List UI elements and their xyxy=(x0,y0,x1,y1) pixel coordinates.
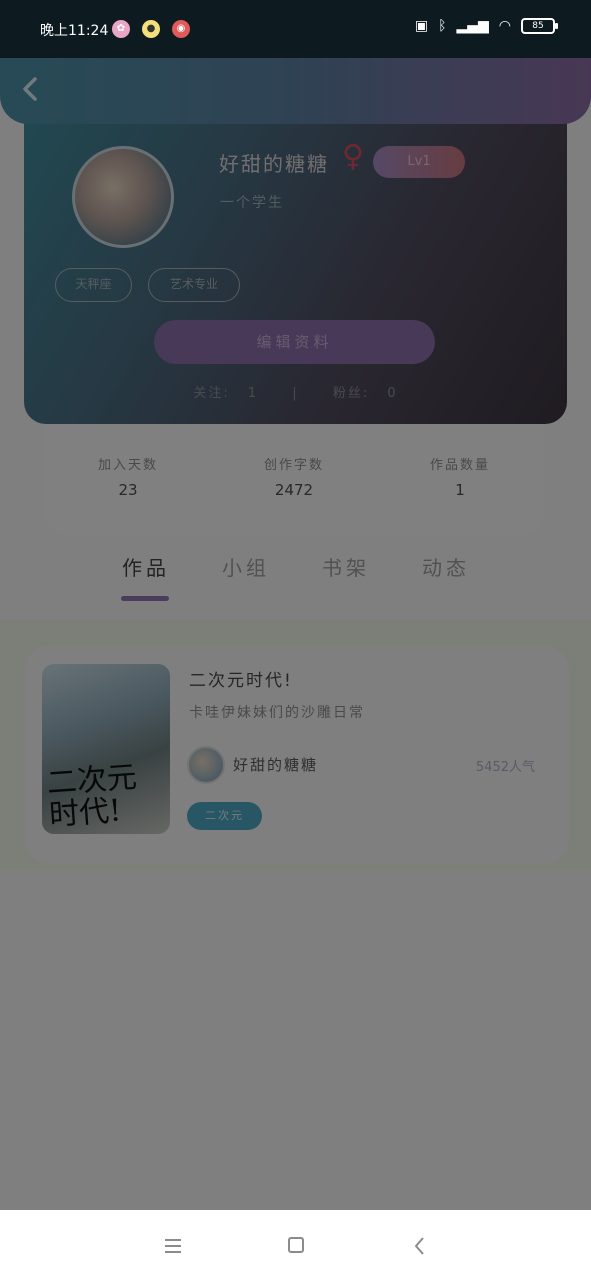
status-bar: 晚上11:24 ✿ ● ◉ ▣ ᛒ ▂▄▆ ◠ 85 xyxy=(0,0,591,58)
profile-card: 好甜的糖糖 ♀ Lv1 一个学生 天秤座 艺术专业 编辑资料 关注: 1 | 粉… xyxy=(24,110,567,424)
signal-icon: ▂▄▆ xyxy=(456,18,489,34)
stat-join-days: 加入天数 23 xyxy=(48,454,208,499)
tab-works[interactable]: 作品 xyxy=(122,552,170,581)
system-nav-bar xyxy=(0,1210,591,1280)
author-avatar[interactable] xyxy=(187,746,225,784)
tab-activity[interactable]: 动态 xyxy=(422,552,470,581)
genre-tag[interactable]: 二次元 xyxy=(187,802,262,830)
tab-groups[interactable]: 小组 xyxy=(222,552,270,581)
username: 好甜的糖糖 xyxy=(219,152,329,176)
stat-value: 23 xyxy=(118,481,138,499)
status-indicators: ▣ ᛒ ▂▄▆ ◠ 85 xyxy=(414,18,558,34)
stat-value: 2472 xyxy=(274,481,314,499)
nav-back-button[interactable] xyxy=(405,1230,435,1260)
stat-value: 1 xyxy=(455,481,465,499)
nfc-icon: ▣ xyxy=(414,18,429,34)
work-card[interactable]: 二次元 时代! 二次元时代! 卡哇伊妹妹们的沙雕日常 好甜的糖糖 5452人气 … xyxy=(25,646,569,864)
work-cover-image[interactable]: 二次元 时代! xyxy=(42,664,170,834)
content-tabs: 作品 小组 书架 动态 xyxy=(100,552,490,602)
battery-icon: 85 xyxy=(521,18,558,34)
stat-label: 作品数量 xyxy=(429,458,490,473)
chick-app-icon: ● xyxy=(142,20,160,38)
follow-stats: 关注: 1 | 粉丝: 0 xyxy=(24,382,567,401)
menu-button[interactable] xyxy=(158,1230,188,1260)
active-tab-indicator xyxy=(121,596,169,601)
followers-label[interactable]: 粉丝: xyxy=(333,386,369,401)
bluetooth-icon: ᛒ xyxy=(438,18,447,34)
stat-word-count: 创作字数 2472 xyxy=(214,454,374,499)
home-button[interactable] xyxy=(281,1230,311,1260)
popularity-count: 5452人气 xyxy=(475,760,535,775)
back-icon xyxy=(415,1237,424,1255)
chevron-left-icon xyxy=(23,77,37,101)
menu-icon xyxy=(165,1239,181,1253)
stat-label: 创作字数 xyxy=(263,458,324,473)
following-label[interactable]: 关注: xyxy=(193,386,229,401)
home-icon xyxy=(288,1237,304,1253)
stats-card: 加入天数 23 创作字数 2472 作品数量 1 xyxy=(46,424,544,536)
wifi-icon: ◠ xyxy=(498,18,511,34)
following-count[interactable]: 1 xyxy=(248,386,258,401)
red-app-icon: ◉ xyxy=(172,20,190,38)
stat-works-count: 作品数量 1 xyxy=(380,454,540,499)
avatar[interactable] xyxy=(72,146,174,248)
author-name[interactable]: 好甜的糖糖 xyxy=(233,754,318,775)
level-badge: Lv1 xyxy=(373,146,465,178)
profile-tag: 天秤座 xyxy=(55,268,132,302)
battery-level: 85 xyxy=(532,21,544,31)
profile-tag: 艺术专业 xyxy=(148,268,240,302)
tab-bookshelf[interactable]: 书架 xyxy=(322,552,370,581)
bio-text: 一个学生 xyxy=(220,195,284,211)
work-title[interactable]: 二次元时代! xyxy=(189,666,293,691)
back-button[interactable] xyxy=(20,74,44,104)
follow-separator: | xyxy=(292,386,299,401)
work-description: 卡哇伊妹妹们的沙雕日常 xyxy=(189,705,365,721)
status-time: 晚上11:24 xyxy=(40,23,109,39)
edit-profile-button[interactable]: 编辑资料 xyxy=(154,320,435,364)
female-icon: ♀ xyxy=(342,139,364,174)
cover-title-art: 二次元 时代! xyxy=(45,759,138,834)
stat-label: 加入天数 xyxy=(97,458,158,473)
flower-app-icon: ✿ xyxy=(112,20,130,38)
followers-count[interactable]: 0 xyxy=(387,386,397,401)
